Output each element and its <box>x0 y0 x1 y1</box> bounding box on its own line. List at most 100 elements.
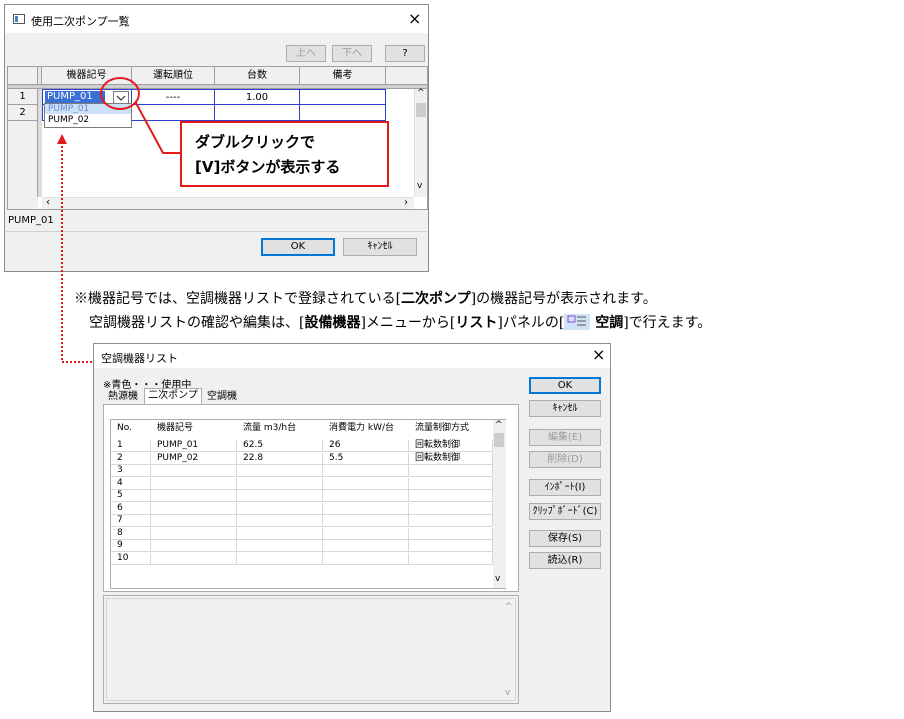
scroll-thumb[interactable] <box>494 433 504 447</box>
table-cell <box>409 527 493 540</box>
table-cell <box>237 527 323 540</box>
table-cell <box>409 515 493 527</box>
table-row[interactable]: 8 <box>111 527 493 540</box>
table-row[interactable]: 1 PUMP_01 62.5 26 回転数制御 <box>111 440 493 452</box>
dialog-title: 空調機器リスト <box>101 352 178 365</box>
table-cell <box>151 465 237 477</box>
table-cell <box>237 515 323 527</box>
table-header: No. 機器記号 流量 m3/h台 消費電力 kW/台 流量制御方式 <box>111 422 501 436</box>
table-row[interactable]: 7 <box>111 515 493 527</box>
table-cell: 26 <box>323 440 409 452</box>
table-row[interactable]: 5 <box>111 490 493 502</box>
table-cell <box>323 540 409 552</box>
note-emphasis: 二次ポンプ <box>401 291 471 307</box>
table-cell: 5 <box>111 490 151 502</box>
table-row[interactable]: 9 <box>111 540 493 552</box>
column-header[interactable]: No. <box>111 422 151 436</box>
table-cell: 4 <box>111 477 151 490</box>
table-row[interactable]: 2 PUMP_02 22.8 5.5 回転数制御 <box>111 452 493 465</box>
note-text: ]の機器記号が表示されます。 <box>470 291 657 307</box>
note-text: 空調機器リストの確認や編集は、[ <box>89 315 305 331</box>
table-cell <box>151 540 237 552</box>
table-cell <box>237 477 323 490</box>
note-text: ※機器記号では、空調機器リストで登録されている[ <box>74 291 402 307</box>
table-cell <box>237 540 323 552</box>
table-cell <box>323 515 409 527</box>
table-cell <box>151 527 237 540</box>
table-cell: PUMP_01 <box>151 440 237 452</box>
vertical-scrollbar[interactable]: ^ v <box>493 420 506 588</box>
table-row[interactable]: 4 <box>111 477 493 490</box>
table-cell: 6 <box>111 502 151 515</box>
clipboard-button[interactable]: ｸﾘｯﾌﾟﾎﾞｰﾄﾞ(C) <box>529 503 601 520</box>
table-cell: 9 <box>111 540 151 552</box>
table-cell <box>323 465 409 477</box>
close-icon[interactable]: × <box>592 347 605 363</box>
table-row[interactable]: 10 <box>111 552 493 565</box>
table-cell: PUMP_02 <box>151 452 237 465</box>
dialog-titlebar: 空調機器リスト × <box>94 344 610 368</box>
table-cell <box>151 502 237 515</box>
table-cell: 3 <box>111 465 151 477</box>
scroll-up-icon[interactable]: ^ <box>495 420 503 430</box>
callout-line-1: ダブルクリックで <box>195 133 316 151</box>
load-button[interactable]: 読込(R) <box>529 552 601 569</box>
ok-button[interactable]: OK <box>529 377 601 394</box>
detail-text-area[interactable] <box>106 598 516 701</box>
table-cell <box>151 477 237 490</box>
list-panel-icon <box>564 314 591 330</box>
table-cell: 回転数制御 <box>409 452 493 465</box>
table-cell: 7 <box>111 515 151 527</box>
table-cell <box>323 490 409 502</box>
import-button[interactable]: ｲﾝﾎﾟｰﾄ(I) <box>529 479 601 496</box>
edit-button[interactable]: 編集(E) <box>529 429 601 446</box>
note-text: ]パネルの[ <box>497 315 565 331</box>
table-cell <box>237 502 323 515</box>
tab-air-conditioner[interactable]: 空調機 <box>204 390 240 404</box>
column-header[interactable]: 流量 m3/h台 <box>237 422 323 436</box>
table-cell <box>409 552 493 565</box>
column-header[interactable]: 機器記号 <box>151 422 237 436</box>
table-cell <box>323 502 409 515</box>
table-row[interactable]: 3 <box>111 465 493 477</box>
equipment-list-dialog: 空調機器リスト × ※青色・・・使用中 熱源機 二次ポンプ 空調機 No. 機器… <box>93 343 611 712</box>
table-row[interactable]: 6 <box>111 502 493 515</box>
cancel-button[interactable]: ｷｬﾝｾﾙ <box>529 400 601 417</box>
scroll-down-icon[interactable]: v <box>495 574 500 584</box>
column-header[interactable]: 消費電力 kW/台 <box>323 422 409 436</box>
table-cell <box>323 527 409 540</box>
callout-line-2: [V]ボタンが表示する <box>195 158 341 176</box>
table-cell <box>237 465 323 477</box>
scroll-down-icon[interactable]: v <box>505 688 510 698</box>
table-cell: 1 <box>111 440 151 452</box>
tab-heat-source[interactable]: 熱源機 <box>103 390 143 404</box>
delete-button[interactable]: 削除(D) <box>529 451 601 468</box>
detail-panel: ^ v <box>103 595 519 704</box>
table-cell <box>409 540 493 552</box>
callout-connector <box>135 102 180 154</box>
table-cell: 8 <box>111 527 151 540</box>
table-cell <box>409 477 493 490</box>
tab-secondary-pump[interactable]: 二次ポンプ <box>144 388 202 404</box>
table-cell: 62.5 <box>237 440 323 452</box>
table-cell <box>151 515 237 527</box>
table-cell <box>409 465 493 477</box>
table-cell: 22.8 <box>237 452 323 465</box>
note-line-2: 空調機器リストの確認や編集は、[設備機器]メニューから[リスト]パネルの[ 空調… <box>89 312 711 332</box>
table-cell: 10 <box>111 552 151 565</box>
equipment-list-panel: No. 機器記号 流量 m3/h台 消費電力 kW/台 流量制御方式 1 PUMP… <box>103 404 519 592</box>
column-header[interactable]: 流量制御方式 <box>409 422 493 436</box>
table-cell <box>409 490 493 502</box>
table-cell <box>323 477 409 490</box>
save-button[interactable]: 保存(S) <box>529 530 601 547</box>
table-cell <box>409 502 493 515</box>
table-cell <box>237 552 323 565</box>
table-cell: 5.5 <box>323 452 409 465</box>
scroll-up-icon[interactable]: ^ <box>505 602 513 612</box>
note-text: ]メニューから[ <box>360 315 456 331</box>
table-cell <box>151 552 237 565</box>
equipment-table: No. 機器記号 流量 m3/h台 消費電力 kW/台 流量制御方式 1 PUMP… <box>110 419 506 589</box>
arrow-up-icon <box>57 134 67 144</box>
table-cell: 2 <box>111 452 151 465</box>
note-emphasis: 空調 <box>590 315 624 331</box>
